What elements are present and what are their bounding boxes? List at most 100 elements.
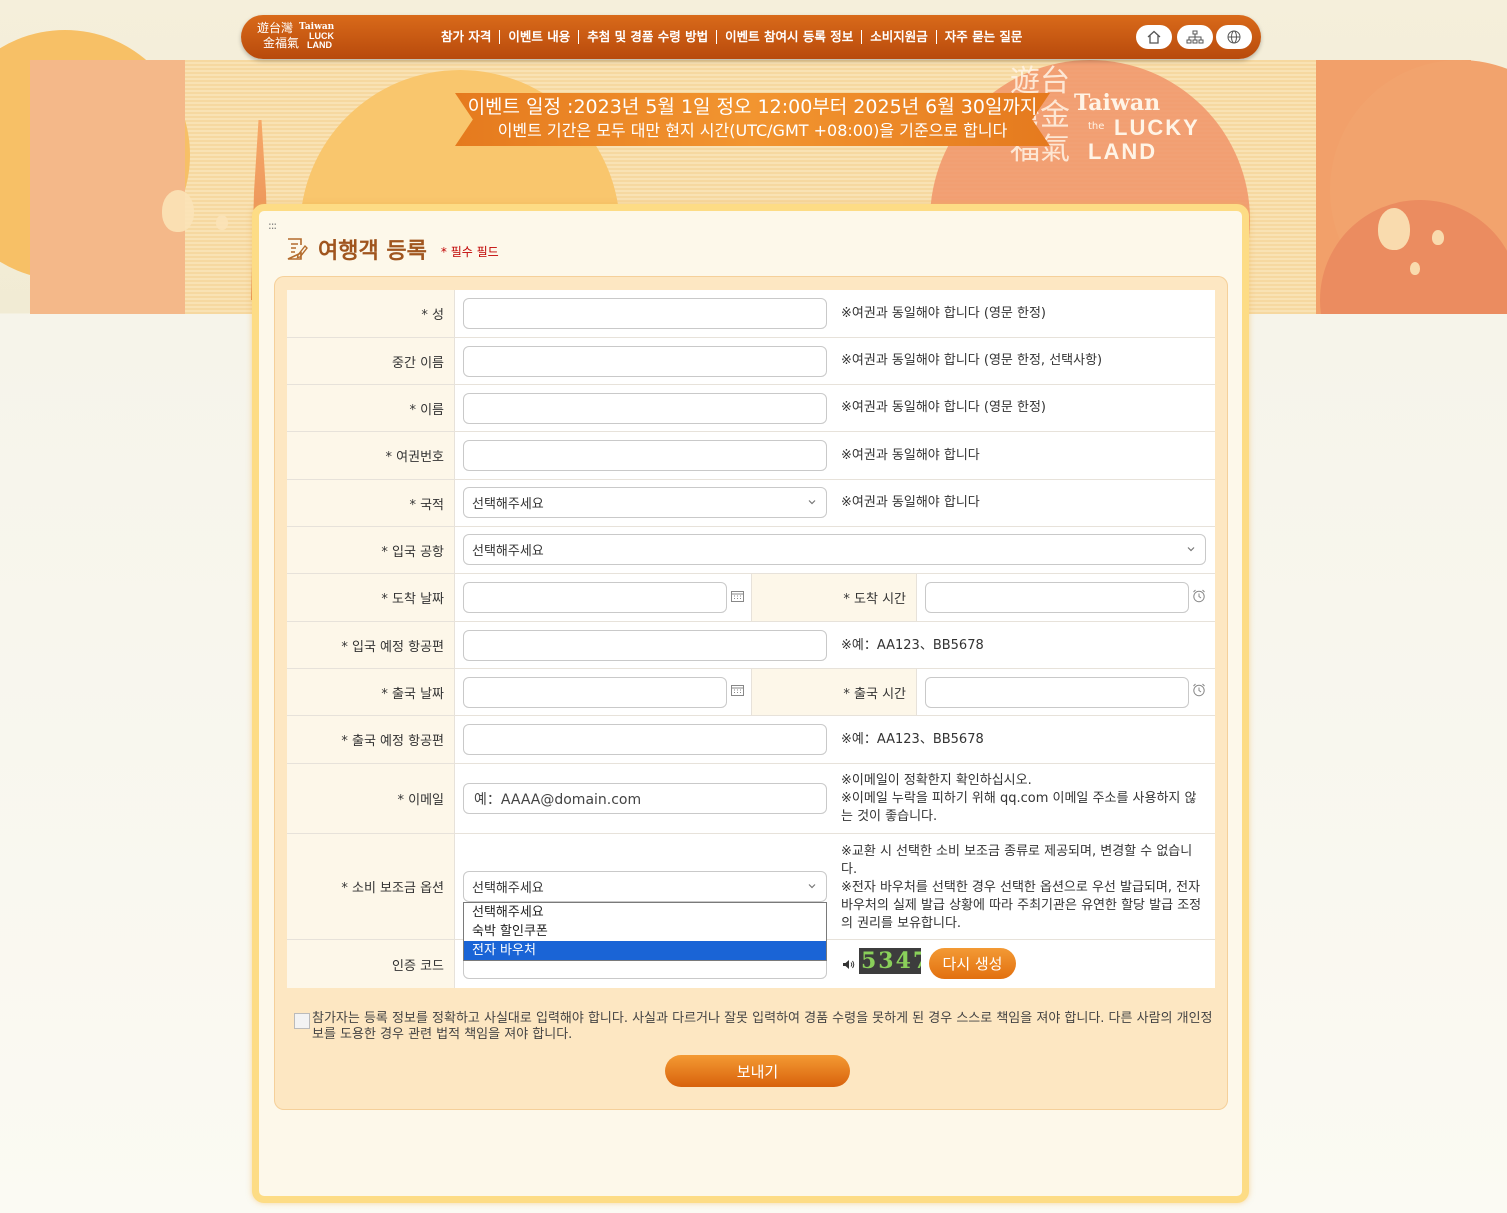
airport-select[interactable]: 선택해주세요 <box>463 534 1206 565</box>
event-timezone-text: 이벤트 기간은 모두 대만 현지 시간(UTC/GMT +08:00)을 기준으… <box>497 121 1008 140</box>
chevron-down-icon <box>808 884 816 889</box>
brand-logo-en2: LUCKY <box>1114 115 1200 140</box>
passport-note: ※여권과 동일해야 합니다 <box>841 448 980 463</box>
agreement-checkbox[interactable] <box>294 1013 310 1029</box>
subsidy-note: ※교환 시 선택한 소비 보조금 종류로 제공되며, 변경할 수 없습니다. ※… <box>841 843 1203 933</box>
departure-date-input[interactable] <box>463 677 727 708</box>
passport-label: * 여권번호 <box>287 432 455 479</box>
logo-en-line3: LAND <box>307 40 332 50</box>
nav-item-eligibility[interactable]: 참가 자격 <box>433 30 501 44</box>
middle-name-input[interactable] <box>463 346 827 377</box>
row-surname: * 성 ※여권과 동일해야 합니다 (영문 한정) <box>287 290 1215 338</box>
middle-name-note: ※여권과 동일해야 합니다 (영문 한정, 선택사항) <box>841 353 1103 368</box>
email-note-1: ※이메일이 정확한지 확인하십시오. <box>841 773 1032 788</box>
language-button[interactable] <box>1216 25 1252 49</box>
subsidy-option[interactable]: 선택해주세요 <box>464 903 826 922</box>
brand-logo: 遊台灣金福氣 Taiwan the LUCKY LAND <box>1010 65 1230 185</box>
subsidy-selected: 선택해주세요 <box>472 881 544 896</box>
arrival-date-input[interactable] <box>463 582 727 613</box>
email-input[interactable]: 예：AAAA@domain.com <box>463 783 827 814</box>
lantern-icon <box>162 190 194 232</box>
row-email: * 이메일 예：AAAA@domain.com ※이메일이 정확한지 확인하십시… <box>287 764 1215 834</box>
drag-grip-icon[interactable]: ::: <box>268 219 277 232</box>
arrival-flight-label: * 입국 예정 항공편 <box>287 622 455 668</box>
given-name-note: ※여권과 동일해야 합니다 (영문 한정) <box>841 400 1047 415</box>
agreement-text: 참가자는 등록 정보를 정확하고 사실대로 입력해야 합니다. 사실과 다르거나… <box>312 1011 1213 1042</box>
passport-input[interactable] <box>463 440 827 471</box>
nav-item-event-content[interactable]: 이벤트 내용 <box>500 30 580 44</box>
departure-time-input[interactable] <box>925 677 1189 708</box>
agreement: 참가자는 등록 정보를 정확하고 사실대로 입력해야 합니다. 사실과 다르거나… <box>294 1011 1224 1043</box>
sitemap-icon <box>1186 30 1204 44</box>
home-icon <box>1147 30 1161 44</box>
surname-input[interactable] <box>463 298 827 329</box>
email-note: ※이메일이 정확한지 확인하십시오. ※이메일 누락을 피하기 위해 qq.co… <box>841 772 1201 826</box>
chevron-down-icon <box>1187 547 1195 552</box>
captcha-image: 5347 <box>859 948 921 974</box>
home-button[interactable] <box>1136 25 1172 49</box>
captcha-label: 인증 코드 <box>287 940 455 988</box>
nav-item-faq[interactable]: 자주 묻는 질문 <box>937 30 1031 44</box>
row-departure: * 출국 날짜 * 출국 시간 <box>287 669 1215 716</box>
lantern-icon <box>1410 262 1420 275</box>
middle-name-label: 중간 이름 <box>287 338 455 384</box>
arrival-flight-input[interactable] <box>463 630 827 661</box>
clock-icon[interactable] <box>1192 589 1206 603</box>
subsidy-select[interactable]: 선택해주세요 <box>463 871 827 902</box>
lantern-icon <box>1432 230 1444 245</box>
event-period-ribbon: 이벤트 일정 :2023년 5월 1일 정오 12:00부터 2025년 6월 … <box>455 93 1050 146</box>
submit-button[interactable]: 보내기 <box>665 1055 850 1087</box>
arrival-flight-note: ※예：AA123、BB5678 <box>841 638 984 653</box>
nav-item-draw-method[interactable]: 추첨 및 경품 수령 방법 <box>579 30 718 44</box>
registration-card: ::: 여행객 등록 * 필수 필드 * 성 ※여권과 동일해야 합니다 (영문… <box>252 204 1249 1203</box>
departure-flight-note: ※예：AA123、BB5678 <box>841 732 984 747</box>
brand-logo-en1: Taiwan <box>1074 90 1161 116</box>
email-note-2: ※이메일 누락을 피하기 위해 qq.com 이메일 주소를 사용하지 않는 것… <box>841 791 1197 824</box>
lantern-icon <box>216 215 228 230</box>
surname-label: * 성 <box>287 290 455 337</box>
subsidy-note-1: ※교환 시 선택한 소비 보조금 종류로 제공되며, 변경할 수 없습니다. <box>841 844 1193 877</box>
nav-item-subsidy[interactable]: 소비지원금 <box>862 30 937 44</box>
logo-cn-line1: 遊台灣 <box>257 21 294 35</box>
nationality-label: * 국적 <box>287 480 455 526</box>
subsidy-note-2: ※전자 바우처를 선택한 경우 선택한 옵션으로 우선 발급되며, 전자 바우처… <box>841 880 1202 931</box>
surname-note: ※여권과 동일해야 합니다 (영문 한정) <box>841 306 1047 321</box>
site-logo[interactable]: 遊台灣 金福氣 Taiwan LUCK LAND <box>257 20 347 54</box>
calendar-icon[interactable] <box>731 684 744 696</box>
card-header: 여행객 등록 * 필수 필드 <box>284 233 499 265</box>
row-nationality: * 국적 선택해주세요 ※여권과 동일해야 합니다 <box>287 480 1215 527</box>
subsidy-option-e-voucher[interactable]: 전자 바우처 <box>464 941 826 960</box>
given-name-input[interactable] <box>463 393 827 424</box>
airport-selected: 선택해주세요 <box>472 544 544 559</box>
airport-label: * 입국 공항 <box>287 527 455 573</box>
arrival-date-label: * 도착 날짜 <box>287 574 455 621</box>
row-middle-name: 중간 이름 ※여권과 동일해야 합니다 (영문 한정, 선택사항) <box>287 338 1215 385</box>
given-name-label: * 이름 <box>287 385 455 431</box>
clock-icon[interactable] <box>1192 683 1206 697</box>
required-note: * 필수 필드 <box>440 244 499 259</box>
brand-logo-en3: LAND <box>1088 139 1158 164</box>
row-arrival-flight: * 입국 예정 항공편 ※예：AA123、BB5678 <box>287 622 1215 669</box>
nationality-note: ※여권과 동일해야 합니다 <box>841 495 980 510</box>
sitemap-button[interactable] <box>1177 25 1213 49</box>
subsidy-label: * 소비 보조금 옵션 <box>287 834 455 939</box>
email-label: * 이메일 <box>287 764 455 833</box>
nationality-select[interactable]: 선택해주세요 <box>463 487 827 518</box>
decor-panel <box>30 60 185 314</box>
subsidy-option-accommodation-coupon[interactable]: 숙박 할인쿠폰 <box>464 922 826 941</box>
calendar-icon[interactable] <box>731 590 744 602</box>
brand-logo-the: the <box>1088 121 1105 132</box>
departure-flight-label: * 출국 예정 항공편 <box>287 716 455 763</box>
page-title: 여행객 등록 <box>318 239 427 264</box>
departure-date-label: * 출국 날짜 <box>287 669 455 715</box>
speaker-icon[interactable] <box>842 959 855 970</box>
arrival-time-input[interactable] <box>925 582 1189 613</box>
globe-icon <box>1227 30 1241 44</box>
row-passport: * 여권번호 ※여권과 동일해야 합니다 <box>287 432 1215 480</box>
nav-menu: 참가 자격 이벤트 내용 추첨 및 경품 수령 방법 이벤트 참여시 등록 정보… <box>433 15 1030 59</box>
nav-item-registration-info[interactable]: 이벤트 참여시 등록 정보 <box>717 30 863 44</box>
departure-flight-input[interactable] <box>463 724 827 755</box>
nationality-selected: 선택해주세요 <box>472 497 544 512</box>
top-navbar: 遊台灣 金福氣 Taiwan LUCK LAND 참가 자격 이벤트 내용 추첨… <box>241 15 1261 59</box>
regenerate-captcha-button[interactable]: 다시 생성 <box>929 948 1016 979</box>
